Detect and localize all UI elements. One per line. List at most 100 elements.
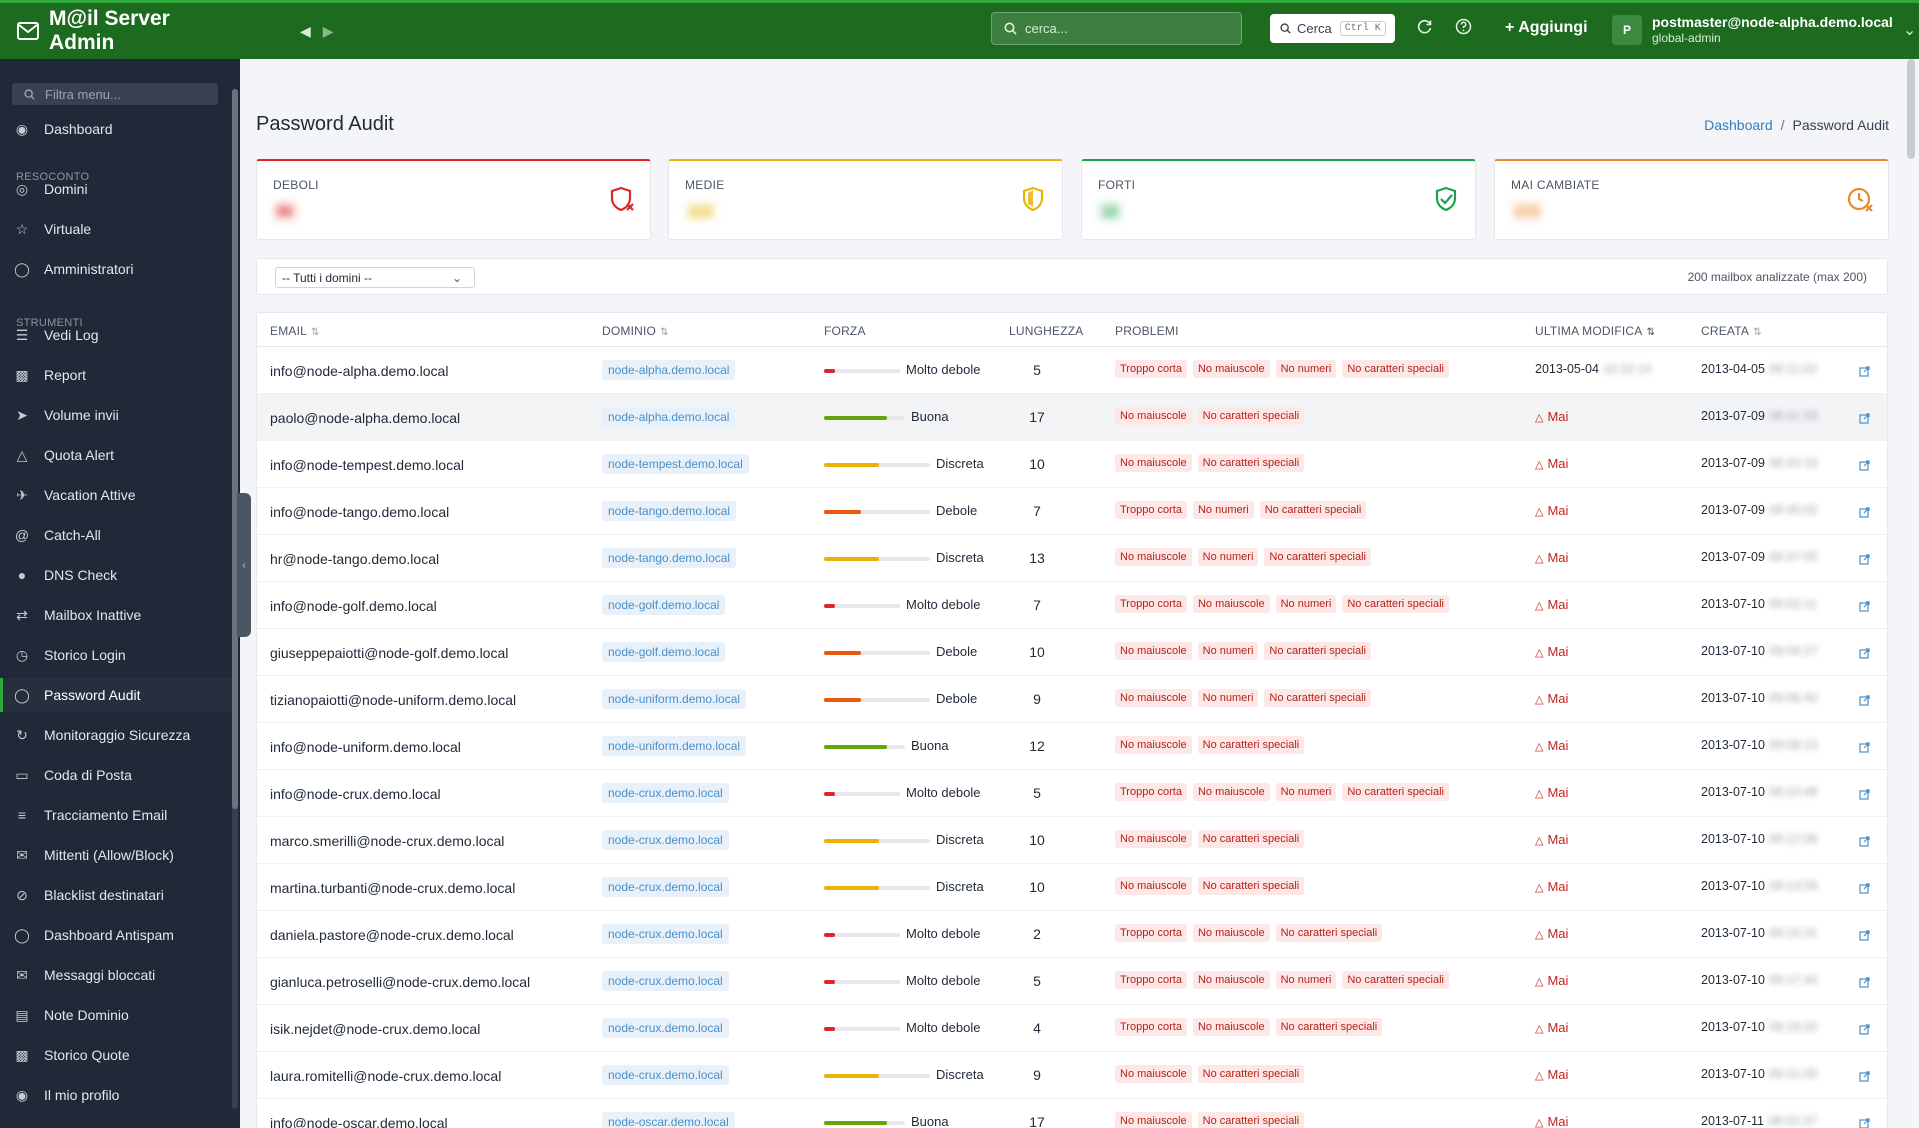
row-domain-badge[interactable]: node-golf.demo.local xyxy=(602,595,726,615)
edit-icon[interactable] xyxy=(1859,1116,1870,1128)
row-email[interactable]: giuseppepaiotti@node-golf.demo.local xyxy=(270,645,508,661)
row-email[interactable]: gianluca.petroselli@node-crux.demo.local xyxy=(270,974,530,990)
edit-icon[interactable] xyxy=(1859,364,1870,382)
table-row[interactable]: info@node-tempest.demo.local node-tempest… xyxy=(257,441,1887,488)
edit-icon[interactable] xyxy=(1859,834,1870,852)
domain-select[interactable]: -- Tutti i domini -- ⌄ xyxy=(275,267,475,288)
edit-icon[interactable] xyxy=(1859,1022,1870,1040)
table-row[interactable]: info@node-alpha.demo.local node-alpha.dem… xyxy=(257,347,1887,394)
sidebar-item-dashboard[interactable]: ◉ Dashboard xyxy=(0,112,232,146)
sidebar-item-tracciamento-email[interactable]: ≡ Tracciamento Email xyxy=(0,798,232,832)
breadcrumb-home[interactable]: Dashboard xyxy=(1704,117,1773,133)
column-header-modified[interactable]: ULTIMA MODIFICA ⇅ xyxy=(1535,324,1655,338)
sidebar-item-storico-login[interactable]: ◷ Storico Login xyxy=(0,638,232,672)
edit-icon[interactable] xyxy=(1859,787,1870,805)
table-row[interactable]: marco.smerilli@node-crux.demo.local node-… xyxy=(257,817,1887,864)
add-button[interactable]: + Aggiungi xyxy=(1505,19,1588,37)
row-domain-badge[interactable]: node-alpha.demo.local xyxy=(602,360,736,380)
edit-icon[interactable] xyxy=(1859,505,1870,523)
row-domain-badge[interactable]: node-uniform.demo.local xyxy=(602,689,747,709)
sidebar-item-dashboard-antispam[interactable]: ◯ Dashboard Antispam xyxy=(0,918,232,952)
sidebar-item-vacation-attive[interactable]: ✈ Vacation Attive xyxy=(0,478,232,512)
edit-icon[interactable] xyxy=(1859,552,1870,570)
row-domain-badge[interactable]: node-uniform.demo.local xyxy=(602,736,747,756)
row-domain-badge[interactable]: node-crux.demo.local xyxy=(602,924,729,944)
user-menu[interactable]: P postmaster@node-alpha.demo.local globa… xyxy=(1612,14,1916,45)
row-domain-badge[interactable]: node-crux.demo.local xyxy=(602,1065,729,1085)
edit-icon[interactable] xyxy=(1859,693,1870,711)
row-domain-badge[interactable]: node-oscar.demo.local xyxy=(602,1112,735,1128)
sidebar-filter-input[interactable]: Filtra menu... xyxy=(12,83,218,105)
table-row[interactable]: info@node-tango.demo.local node-tango.dem… xyxy=(257,488,1887,535)
forward-arrow-icon[interactable]: ▶ xyxy=(323,23,334,40)
row-email[interactable]: marco.smerilli@node-crux.demo.local xyxy=(270,833,504,849)
row-domain-badge[interactable]: node-crux.demo.local xyxy=(602,783,729,803)
sidebar-item-report[interactable]: ▩ Report xyxy=(0,358,232,392)
column-header-created[interactable]: CREATA ⇅ xyxy=(1701,324,1762,338)
sidebar-scrollbar[interactable] xyxy=(232,89,238,809)
table-row[interactable]: paolo@node-alpha.demo.local node-alpha.de… xyxy=(257,394,1887,441)
edit-icon[interactable] xyxy=(1859,1069,1870,1087)
table-row[interactable]: info@node-uniform.demo.local node-uniform… xyxy=(257,723,1887,770)
command-search-button[interactable]: Cerca Ctrl K xyxy=(1270,14,1395,43)
sidebar-item-catch-all[interactable]: @ Catch-All xyxy=(0,518,232,552)
row-domain-badge[interactable]: node-crux.demo.local xyxy=(602,1018,729,1038)
sidebar-item-volume-invii[interactable]: ➤ Volume invii xyxy=(0,398,232,432)
row-email[interactable]: info@node-tempest.demo.local xyxy=(270,457,464,473)
row-domain-badge[interactable]: node-crux.demo.local xyxy=(602,877,729,897)
table-row[interactable]: info@node-oscar.demo.local node-oscar.dem… xyxy=(257,1099,1887,1128)
row-email[interactable]: info@node-crux.demo.local xyxy=(270,786,441,802)
table-row[interactable]: info@node-golf.demo.local node-golf.demo.… xyxy=(257,582,1887,629)
row-email[interactable]: paolo@node-alpha.demo.local xyxy=(270,410,460,426)
row-email[interactable]: info@node-oscar.demo.local xyxy=(270,1115,448,1128)
row-domain-badge[interactable]: node-crux.demo.local xyxy=(602,830,729,850)
help-icon[interactable] xyxy=(1455,18,1472,40)
sidebar-item-dns-check[interactable]: ● DNS Check xyxy=(0,558,232,592)
sidebar-item-password-audit[interactable]: ◯ Password Audit xyxy=(0,678,232,712)
table-row[interactable]: giuseppepaiotti@node-golf.demo.local node… xyxy=(257,629,1887,676)
edit-icon[interactable] xyxy=(1859,740,1870,758)
edit-icon[interactable] xyxy=(1859,646,1870,664)
sidebar-item-virtuale[interactable]: ☆ Virtuale xyxy=(0,212,232,246)
table-row[interactable]: hr@node-tango.demo.local node-tango.demo.… xyxy=(257,535,1887,582)
row-email[interactable]: laura.romitelli@node-crux.demo.local xyxy=(270,1068,501,1084)
sidebar-item-il-mio-profilo[interactable]: ◉ Il mio profilo xyxy=(0,1078,232,1112)
row-domain-badge[interactable]: node-tempest.demo.local xyxy=(602,454,749,474)
page-scrollbar[interactable] xyxy=(1907,59,1915,159)
sidebar-item-quota-alert[interactable]: △ Quota Alert xyxy=(0,438,232,472)
back-arrow-icon[interactable]: ◀ xyxy=(300,23,311,40)
table-row[interactable]: martina.turbanti@node-crux.demo.local nod… xyxy=(257,864,1887,911)
row-email[interactable]: martina.turbanti@node-crux.demo.local xyxy=(270,880,515,896)
row-email[interactable]: tizianopaiotti@node-uniform.demo.local xyxy=(270,692,516,708)
row-email[interactable]: daniela.pastore@node-crux.demo.local xyxy=(270,927,514,943)
table-row[interactable]: gianluca.petroselli@node-crux.demo.local… xyxy=(257,958,1887,1005)
table-row[interactable]: daniela.pastore@node-crux.demo.local node… xyxy=(257,911,1887,958)
sidebar-item-coda-di-posta[interactable]: ▭ Coda di Posta xyxy=(0,758,232,792)
row-email[interactable]: info@node-golf.demo.local xyxy=(270,598,437,614)
sidebar-item-mailbox-inattive[interactable]: ⇄ Mailbox Inattive xyxy=(0,598,232,632)
sidebar-item-amministratori[interactable]: ◯ Amministratori xyxy=(0,252,232,286)
row-email[interactable]: isik.nejdet@node-crux.demo.local xyxy=(270,1021,480,1037)
row-domain-badge[interactable]: node-tango.demo.local xyxy=(602,501,737,521)
sidebar-item-monitoraggio-sicurezza[interactable]: ↻ Monitoraggio Sicurezza xyxy=(0,718,232,752)
row-email[interactable]: info@node-tango.demo.local xyxy=(270,504,449,520)
row-email[interactable]: hr@node-tango.demo.local xyxy=(270,551,439,567)
edit-icon[interactable] xyxy=(1859,458,1870,476)
sidebar-item-storico-quote[interactable]: ▩ Storico Quote xyxy=(0,1038,232,1072)
sidebar-collapse-handle[interactable]: ‹ xyxy=(237,493,251,637)
top-search[interactable] xyxy=(991,12,1242,45)
row-email[interactable]: info@node-uniform.demo.local xyxy=(270,739,461,755)
edit-icon[interactable] xyxy=(1859,881,1870,899)
sidebar-item-messaggi-bloccati[interactable]: ✉ Messaggi bloccati xyxy=(0,958,232,992)
edit-icon[interactable] xyxy=(1859,599,1870,617)
row-email[interactable]: info@node-alpha.demo.local xyxy=(270,363,448,379)
row-domain-badge[interactable]: node-crux.demo.local xyxy=(602,971,729,991)
table-row[interactable]: laura.romitelli@node-crux.demo.local node… xyxy=(257,1052,1887,1099)
edit-icon[interactable] xyxy=(1859,975,1870,993)
table-row[interactable]: info@node-crux.demo.local node-crux.demo.… xyxy=(257,770,1887,817)
refresh-icon[interactable] xyxy=(1416,18,1433,40)
top-search-input[interactable] xyxy=(1025,21,1225,36)
sidebar-item-note-dominio[interactable]: ▤ Note Dominio xyxy=(0,998,232,1032)
edit-icon[interactable] xyxy=(1859,928,1870,946)
column-header-domain[interactable]: DOMINIO ⇅ xyxy=(602,324,669,338)
